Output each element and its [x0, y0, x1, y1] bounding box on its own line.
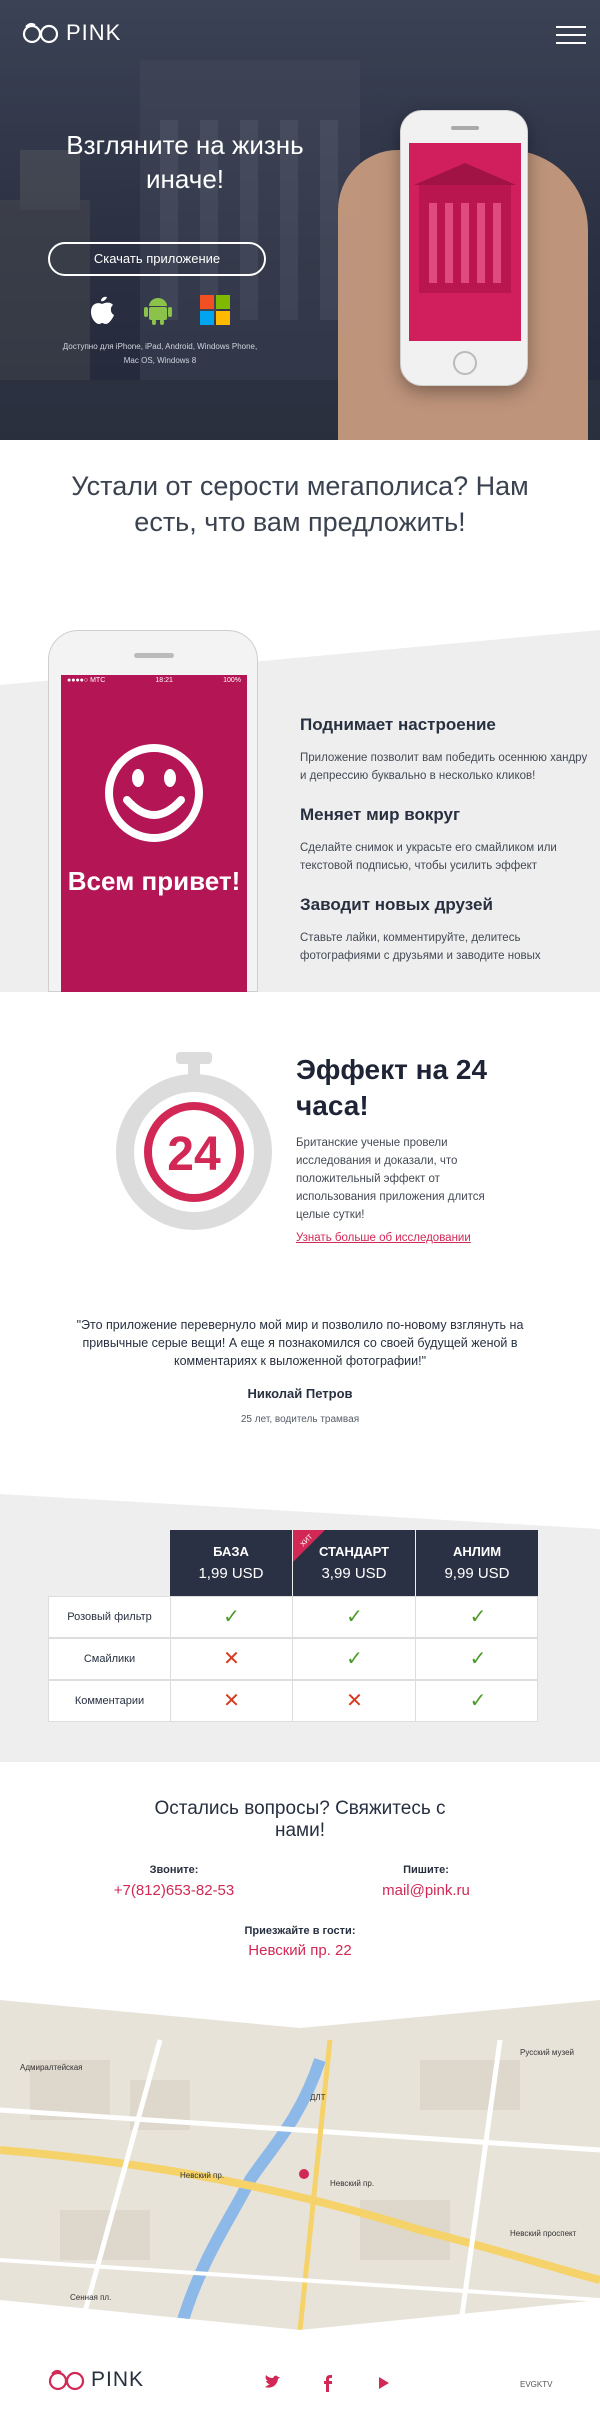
intro-section: Устали от серости мегаполиса? Нам есть, … — [0, 440, 600, 630]
footer: PINK EVGKTV — [0, 2330, 600, 2426]
platforms-available-text: Доступно для iPhone, iPad, Android, Wind… — [62, 342, 258, 365]
address-label: Приезжайте в гости: — [244, 1925, 356, 1937]
check-icon: ✓ — [171, 1597, 293, 1637]
windows-icon[interactable] — [200, 295, 230, 325]
map-label: Невский пр. — [330, 2179, 374, 2188]
credits-text[interactable]: EVGKTV — [520, 2380, 552, 2389]
phone-link[interactable]: +7(812)653-82-53 — [74, 1882, 274, 1899]
intro-title: Устали от серости мегаполиса? Нам есть, … — [71, 471, 529, 537]
features-phone-image: ●●●●○ MTC 18:21 100% Всем привет! — [48, 630, 258, 992]
feature-item: Меняет мир вокруг Сделайте снимок и укра… — [300, 805, 590, 875]
feature-title: Меняет мир вокруг — [300, 805, 461, 824]
plan-price: 3,99 USD — [321, 1565, 387, 1582]
smiley-icon — [105, 744, 203, 842]
feature-text: Сделайте снимок и украсьте его смайликом… — [300, 842, 557, 872]
twitter-icon[interactable] — [262, 2372, 284, 2394]
logo[interactable]: PINK — [22, 20, 121, 46]
price-row: Смайлики ✕ ✓ ✓ — [48, 1638, 538, 1680]
platform-icons — [88, 293, 230, 325]
plan-name: БАЗА — [213, 1544, 249, 1559]
logo-text: PINK — [91, 2368, 145, 2391]
glasses-logo-icon — [48, 2369, 85, 2391]
check-icon: ✓ — [469, 1606, 487, 1628]
apple-icon[interactable] — [88, 293, 116, 325]
hero-phone-image — [400, 110, 528, 386]
plan-price: 1,99 USD — [198, 1565, 264, 1582]
facebook-icon[interactable] — [317, 2372, 339, 2394]
effect-text: Британские ученые провели исследования и… — [296, 1137, 485, 1221]
email-label: Пишите: — [403, 1864, 449, 1876]
cross-icon: ✕ — [294, 1681, 416, 1721]
effect-section: 24 Эффект на 24 часа! Британские ученые … — [0, 992, 600, 1274]
map-marker-icon[interactable] — [299, 2169, 309, 2179]
hero-section: PINK Взгляните на жизнь иначе! Скачать п… — [0, 0, 600, 440]
section-divider — [0, 1494, 600, 1529]
feature-text: Ставьте лайки, комментируйте, делитесь ф… — [300, 932, 541, 962]
cross-icon: ✕ — [171, 1681, 293, 1721]
effect-title: Эффект на 24 часа! — [296, 1054, 488, 1121]
download-app-button[interactable]: Скачать приложение — [48, 242, 266, 276]
logo-text: PINK — [66, 20, 122, 45]
check-icon: ✓ — [469, 1690, 487, 1712]
plan-price: 9,99 USD — [444, 1565, 510, 1582]
map[interactable]: Невский пр. Невский пр. Невский проспект… — [0, 2000, 600, 2330]
footer-logo[interactable]: PINK — [48, 2368, 144, 2392]
phone-label: Звоните: — [149, 1864, 199, 1876]
feature-item: Заводит новых друзей Ставьте лайки, комм… — [300, 895, 590, 965]
android-icon[interactable] — [144, 295, 172, 325]
plan-header: БАЗА 1,99 USD — [170, 1530, 292, 1596]
row-label: Смайлики — [49, 1639, 171, 1679]
feature-text: Приложение позволит вам победить осеннюю… — [300, 752, 588, 782]
map-image[interactable]: Невский пр. Невский пр. Невский проспект… — [0, 2000, 600, 2330]
feature-title: Поднимает настроение — [300, 715, 496, 734]
address-text: Невский пр. 22 — [248, 1942, 352, 1959]
map-label: Сенная пл. — [70, 2293, 111, 2302]
plan-header: АНЛИМ 9,99 USD — [416, 1530, 538, 1596]
check-icon: ✓ — [294, 1639, 416, 1679]
glasses-logo-icon — [22, 22, 59, 44]
check-icon: ✓ — [469, 1648, 487, 1670]
feature-item: Поднимает настроение Приложение позволит… — [300, 715, 590, 785]
stopwatch-icon: 24 — [116, 1052, 272, 1230]
map-label: Невский проспект — [510, 2229, 577, 2238]
testimonial-position: 25 лет, водитель трамвая — [240, 1414, 360, 1425]
phone-screen-building-image — [414, 163, 516, 293]
map-label: Русский музей — [520, 2048, 574, 2057]
map-label: ДЛТ — [310, 2093, 326, 2102]
menu-burger-icon[interactable] — [556, 26, 586, 46]
email-link[interactable]: mail@pink.ru — [326, 1882, 526, 1899]
research-link[interactable]: Узнать больше об исследовании — [296, 1232, 471, 1244]
map-label: Невский пр. — [180, 2171, 224, 2180]
plan-name: АНЛИМ — [452, 1544, 502, 1559]
testimonial-author: Николай Петров — [247, 1386, 353, 1401]
contacts-title: Остались вопросы? Свяжитесь с нами! — [154, 1798, 446, 1841]
map-label: Адмиралтейская — [20, 2063, 83, 2072]
hit-badge: ХИТ — [293, 1530, 325, 1562]
hero-title: Взгляните на жизнь иначе! — [66, 130, 304, 194]
feature-title: Заводит новых друзей — [300, 895, 493, 914]
phone-screen-text: Всем привет! — [67, 866, 241, 896]
prices-section: БАЗА 1,99 USD СТАНДАРТ 3,99 USD ХИТ АНЛИ… — [0, 1494, 600, 1762]
timer-value: 24 — [167, 1128, 221, 1181]
testimonial-quote: "Это приложение перевернуло мой мир и по… — [76, 1318, 524, 1368]
price-row: Розовый фильтр ✓ ✓ ✓ — [48, 1596, 538, 1638]
row-label: Комментарии — [49, 1681, 171, 1721]
row-label: Розовый фильтр — [49, 1597, 171, 1637]
contacts-section: Остались вопросы? Свяжитесь с нами! Звон… — [0, 1762, 600, 2000]
testimonial-section: "Это приложение перевернуло мой мир и по… — [0, 1274, 600, 1494]
youtube-icon[interactable] — [372, 2372, 394, 2394]
cross-icon: ✕ — [171, 1639, 293, 1679]
price-row: Комментарии ✕ ✕ ✓ — [48, 1680, 538, 1722]
check-icon: ✓ — [294, 1597, 416, 1637]
features-section: ●●●●○ MTC 18:21 100% Всем привет! Подним… — [0, 630, 600, 992]
